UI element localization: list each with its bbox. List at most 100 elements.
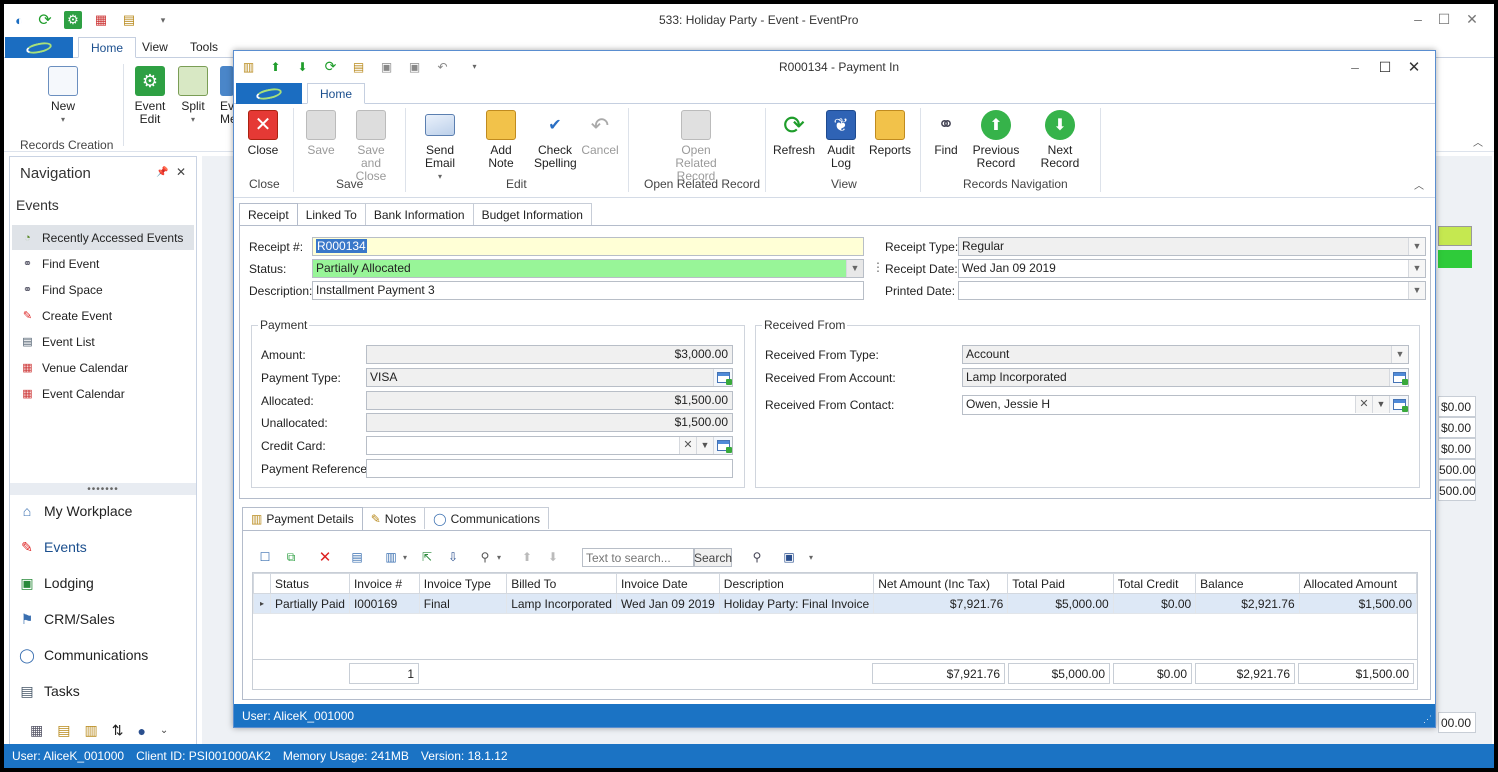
- save-and-close-button[interactable]: Save and Close: [344, 110, 398, 183]
- nav-item-venue-calendar[interactable]: ▦ Venue Calendar: [12, 355, 194, 380]
- receipt-type-dropdown[interactable]: Regular ▼: [958, 237, 1426, 256]
- navigation-splitter[interactable]: •••••••: [10, 483, 196, 495]
- tab-receipt[interactable]: Receipt: [239, 203, 298, 226]
- customize-quick-access-icon[interactable]: ▾: [466, 58, 483, 75]
- column-header-invoice-date[interactable]: Invoice Date: [615, 573, 720, 594]
- nav-item-event-calendar[interactable]: ▦ Event Calendar: [12, 381, 194, 406]
- column-header-invoice-number[interactable]: Invoice #: [348, 573, 420, 594]
- chevron-down-icon[interactable]: ▼: [1391, 346, 1408, 363]
- lookup-button[interactable]: [1389, 369, 1408, 386]
- tab-home[interactable]: Home: [78, 37, 137, 58]
- partial-ribbon-button[interactable]: Ev Me: [220, 66, 234, 126]
- tab-tools[interactable]: Tools: [178, 37, 230, 58]
- reports-button[interactable]: Reports: [869, 110, 911, 157]
- next-record-button[interactable]: ⬇ Next Record: [1028, 110, 1092, 170]
- chevron-down-icon[interactable]: ⌄: [160, 725, 168, 736]
- description-field[interactable]: Installment Payment 3: [312, 281, 864, 300]
- new-button[interactable]: New ▾: [46, 66, 80, 126]
- chevron-down-icon[interactable]: ▼: [846, 260, 863, 277]
- send-email-button[interactable]: Send Email ▾: [412, 110, 468, 183]
- check-spelling-button[interactable]: ✔ Check Spelling: [534, 110, 577, 170]
- chevron-down-icon[interactable]: ▾: [490, 548, 508, 566]
- arrow-down-icon[interactable]: ⬇: [544, 548, 562, 566]
- chevron-down-icon[interactable]: ▾: [396, 548, 414, 566]
- previous-record-button[interactable]: ⬆ Previous Record: [972, 110, 1020, 170]
- find-button[interactable]: ⚭ Find: [930, 110, 962, 157]
- sort-arrows-icon[interactable]: ⇅: [112, 722, 124, 739]
- save-layout-icon[interactable]: ▣: [780, 548, 798, 566]
- status-dropdown[interactable]: Partially Allocated ▼: [312, 259, 864, 278]
- tab-budget-information[interactable]: Budget Information: [472, 203, 592, 225]
- row-expand-icon[interactable]: ▸: [253, 593, 271, 614]
- chevron-down-icon[interactable]: ▼: [1372, 396, 1389, 413]
- nav-item-create-event[interactable]: ✎ Create Event: [12, 303, 194, 328]
- event-edit-button[interactable]: ⚙ Event Edit: [132, 66, 168, 126]
- minimize-icon[interactable]: –: [1343, 56, 1367, 78]
- cancel-button[interactable]: ↶ Cancel: [581, 110, 618, 157]
- column-header-status[interactable]: Status: [269, 573, 350, 594]
- chevron-down-icon[interactable]: ▼: [696, 437, 713, 454]
- export-icon[interactable]: ⇱: [418, 548, 436, 566]
- column-header-invoice-type[interactable]: Invoice Type: [418, 573, 508, 594]
- maximize-icon[interactable]: ☐: [1373, 56, 1397, 78]
- copy-row-icon[interactable]: ⧉: [282, 548, 300, 566]
- chevron-down-icon[interactable]: ▾: [802, 548, 820, 566]
- documents-icon[interactable]: ▥: [240, 58, 257, 75]
- customize-quick-access-icon[interactable]: ▾: [154, 11, 172, 29]
- documents-icon[interactable]: ▥: [84, 722, 97, 739]
- column-header-balance[interactable]: Balance: [1195, 573, 1300, 594]
- split-button[interactable]: Split ▾: [176, 66, 210, 126]
- payment-type-field[interactable]: VISA: [366, 368, 733, 387]
- column-header-allocated-amount[interactable]: Allocated Amount: [1298, 573, 1418, 594]
- nav-item-find-event[interactable]: ⚭ Find Event: [12, 251, 194, 276]
- resize-grip-icon[interactable]: ⋰: [1423, 714, 1432, 725]
- tab-bank-information[interactable]: Bank Information: [364, 203, 474, 225]
- clear-icon[interactable]: ✕: [679, 437, 696, 454]
- close-icon[interactable]: ✕: [1402, 56, 1426, 78]
- lookup-button[interactable]: [1389, 396, 1408, 413]
- module-crm-sales[interactable]: ⚑ CRM/Sales: [18, 604, 115, 634]
- dialog-app-menu-button[interactable]: [236, 83, 302, 104]
- search-button[interactable]: Search: [694, 548, 732, 567]
- close-icon[interactable]: ✕: [176, 165, 186, 179]
- new-row-icon[interactable]: ☐: [256, 548, 274, 566]
- app-swirl-icon[interactable]: ◐: [10, 11, 28, 29]
- payment-reference-field[interactable]: [366, 459, 733, 478]
- module-my-workplace[interactable]: ⌂ My Workplace: [18, 496, 133, 526]
- tab-home[interactable]: Home: [307, 83, 366, 104]
- clipboard-icon[interactable]: ▤: [120, 11, 138, 29]
- calendar-icon[interactable]: ▦: [92, 11, 110, 29]
- received-from-contact-field[interactable]: Owen, Jessie H ✕ ▼: [962, 395, 1409, 415]
- lookup-button[interactable]: [713, 437, 732, 454]
- tab-payment-details[interactable]: ▥ Payment Details: [242, 507, 363, 530]
- receipt-date-picker[interactable]: Wed Jan 09 2019 ▼: [958, 259, 1426, 278]
- tab-notes[interactable]: ✎ Notes: [361, 507, 426, 529]
- tab-view[interactable]: View: [130, 37, 180, 58]
- undo-icon[interactable]: ↶: [434, 58, 451, 75]
- clear-icon[interactable]: ✕: [1355, 396, 1372, 413]
- lookup-button[interactable]: [713, 369, 732, 386]
- pin-icon[interactable]: 📌: [156, 167, 168, 178]
- nav-item-event-list[interactable]: ▤ Event List: [12, 329, 194, 354]
- collapse-ribbon-icon[interactable]: ︿: [1473, 134, 1483, 149]
- printed-date-picker[interactable]: ▼: [958, 281, 1426, 300]
- audit-log-button[interactable]: ❦ Audit Log: [824, 110, 858, 170]
- arrow-down-icon[interactable]: ⬇: [294, 58, 311, 75]
- clipboard-icon[interactable]: ▤: [350, 58, 367, 75]
- find-icon[interactable]: ⚲: [748, 548, 766, 566]
- column-header-total-credit[interactable]: Total Credit: [1112, 573, 1197, 594]
- refresh-icon[interactable]: ⟳: [36, 11, 54, 29]
- globe-icon[interactable]: ●: [137, 723, 145, 739]
- add-note-button[interactable]: Add Note: [476, 110, 526, 170]
- column-header-net-amount[interactable]: Net Amount (Inc Tax): [873, 573, 1009, 594]
- chevron-down-icon[interactable]: ▼: [1408, 238, 1425, 255]
- search-input[interactable]: [582, 548, 694, 567]
- nav-item-recently-accessed-events[interactable]: ◔ Recently Accessed Events: [12, 225, 194, 250]
- tab-linked-to[interactable]: Linked To: [296, 203, 366, 225]
- refresh-button[interactable]: ⟳ Refresh: [773, 110, 815, 157]
- module-communications[interactable]: ◯ Communications: [18, 640, 148, 670]
- received-from-account-field[interactable]: Lamp Incorporated: [962, 368, 1409, 387]
- import-icon[interactable]: ⇩: [444, 548, 462, 566]
- module-tasks[interactable]: ▤ Tasks: [18, 676, 79, 706]
- maximize-icon[interactable]: ☐: [1432, 8, 1456, 30]
